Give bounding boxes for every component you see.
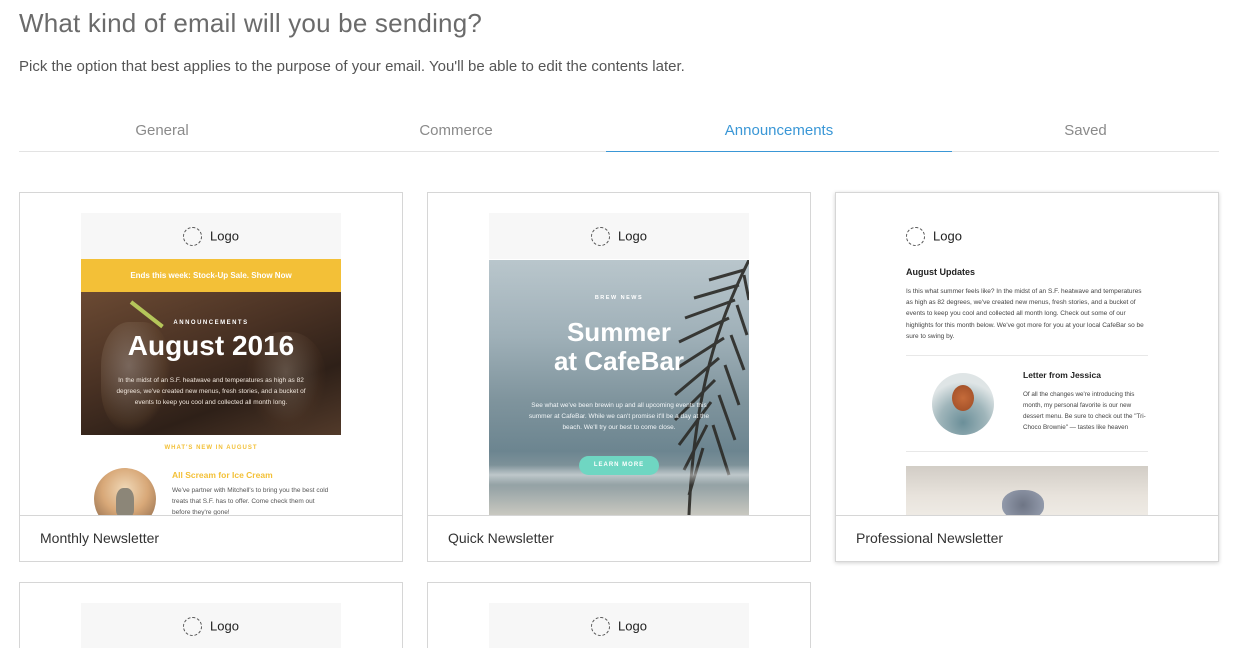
logo-bar: Logo — [489, 213, 749, 259]
logo-bar: Logo — [81, 603, 341, 648]
email-mock: Logo — [489, 603, 749, 648]
logo-bar: Logo — [489, 603, 749, 648]
hero-heading: August 2016 — [127, 330, 295, 361]
hero-heading-line: at CafeBar — [553, 346, 685, 376]
item-body: We've partner with Mitchell's to bring y… — [172, 487, 329, 515]
logo: Logo — [183, 226, 239, 247]
logo-text: Logo — [618, 618, 647, 634]
email-mock: Logo — [81, 603, 341, 648]
page-title: What kind of email will you be sending? — [19, 8, 483, 38]
tab-commerce[interactable]: Commerce — [309, 116, 603, 152]
template-card-5[interactable]: Logo — [427, 582, 811, 648]
hero-kicker: BREW NEWS — [594, 295, 644, 301]
promo-banner: Ends this week: Stock-Up Sale. Show Now — [81, 259, 341, 292]
logo: Logo — [591, 226, 647, 247]
letter-body: Of all the changes we're introducing thi… — [1023, 391, 1146, 431]
template-preview: Logo August Updates Is this what summer … — [836, 193, 1218, 515]
template-card-quick-newsletter[interactable]: Logo BREW NEWS Summer at CafeBar See wha… — [427, 192, 811, 562]
email-mock: Logo August Updates Is this what summer … — [906, 213, 1148, 515]
logo: Logo — [906, 226, 962, 247]
letter-title: Letter from Jessica — [1023, 370, 1101, 380]
template-preview: Logo BREW NEWS Summer at CafeBar See wha… — [428, 193, 810, 515]
tab-announcements[interactable]: Announcements — [606, 116, 952, 152]
logo-text: Logo — [618, 228, 647, 244]
hero-body: See what we've been brewin up and all up… — [528, 402, 710, 431]
divider — [906, 355, 1148, 356]
logo-text: Logo — [210, 228, 239, 244]
hero-heading: Summer at CafeBar — [489, 318, 749, 376]
newsletter-heading: August Updates — [906, 267, 976, 277]
logo-text: Logo — [933, 228, 962, 244]
template-card-monthly-newsletter[interactable]: Logo Ends this week: Stock-Up Sale. Show… — [19, 192, 403, 562]
logo-text: Logo — [210, 618, 239, 634]
hero-body: In the midst of an S.F. heatwave and tem… — [116, 377, 306, 406]
email-mock: Logo Ends this week: Stock-Up Sale. Show… — [81, 213, 341, 515]
logo-placeholder-icon — [183, 617, 202, 637]
tab-saved[interactable]: Saved — [952, 116, 1219, 152]
divider — [906, 451, 1148, 452]
section-heading: WHAT'S NEW IN AUGUST — [164, 445, 258, 451]
template-preview: Logo Ends this week: Stock-Up Sale. Show… — [20, 193, 402, 515]
email-mock: Logo BREW NEWS Summer at CafeBar See wha… — [489, 213, 749, 515]
template-name: Professional Newsletter — [836, 515, 1218, 561]
template-name: Quick Newsletter — [428, 515, 810, 561]
template-card-professional-newsletter[interactable]: Logo August Updates Is this what summer … — [835, 192, 1219, 562]
newsletter-body: Is this what summer feels like? In the m… — [906, 288, 1144, 340]
logo: Logo — [591, 616, 647, 637]
hero-image: BREW NEWS Summer at CafeBar See what we'… — [489, 260, 749, 515]
hero-kicker: ANNOUNCEMENTS — [173, 320, 249, 326]
author-avatar — [932, 373, 994, 435]
logo: Logo — [183, 616, 239, 637]
logo-placeholder-icon — [591, 617, 610, 637]
logo-placeholder-icon — [183, 227, 202, 247]
learn-more-button: LEARN MORE — [579, 456, 659, 475]
template-name: Monthly Newsletter — [20, 515, 402, 561]
page-subtitle: Pick the option that best applies to the… — [19, 58, 685, 75]
tab-general[interactable]: General — [19, 116, 305, 152]
item-title: All Scream for Ice Cream — [172, 470, 273, 480]
template-tabs: General Commerce Announcements Saved — [19, 116, 1219, 152]
logo-bar: Logo — [81, 213, 341, 259]
logo-placeholder-icon — [906, 227, 925, 247]
hero-heading-line: Summer — [566, 317, 672, 347]
hero-image: ANNOUNCEMENTS August 2016 In the midst o… — [81, 292, 341, 435]
item-image — [94, 468, 156, 515]
logo-placeholder-icon — [591, 227, 610, 247]
feature-image — [906, 466, 1148, 515]
template-card-4[interactable]: Logo — [19, 582, 403, 648]
